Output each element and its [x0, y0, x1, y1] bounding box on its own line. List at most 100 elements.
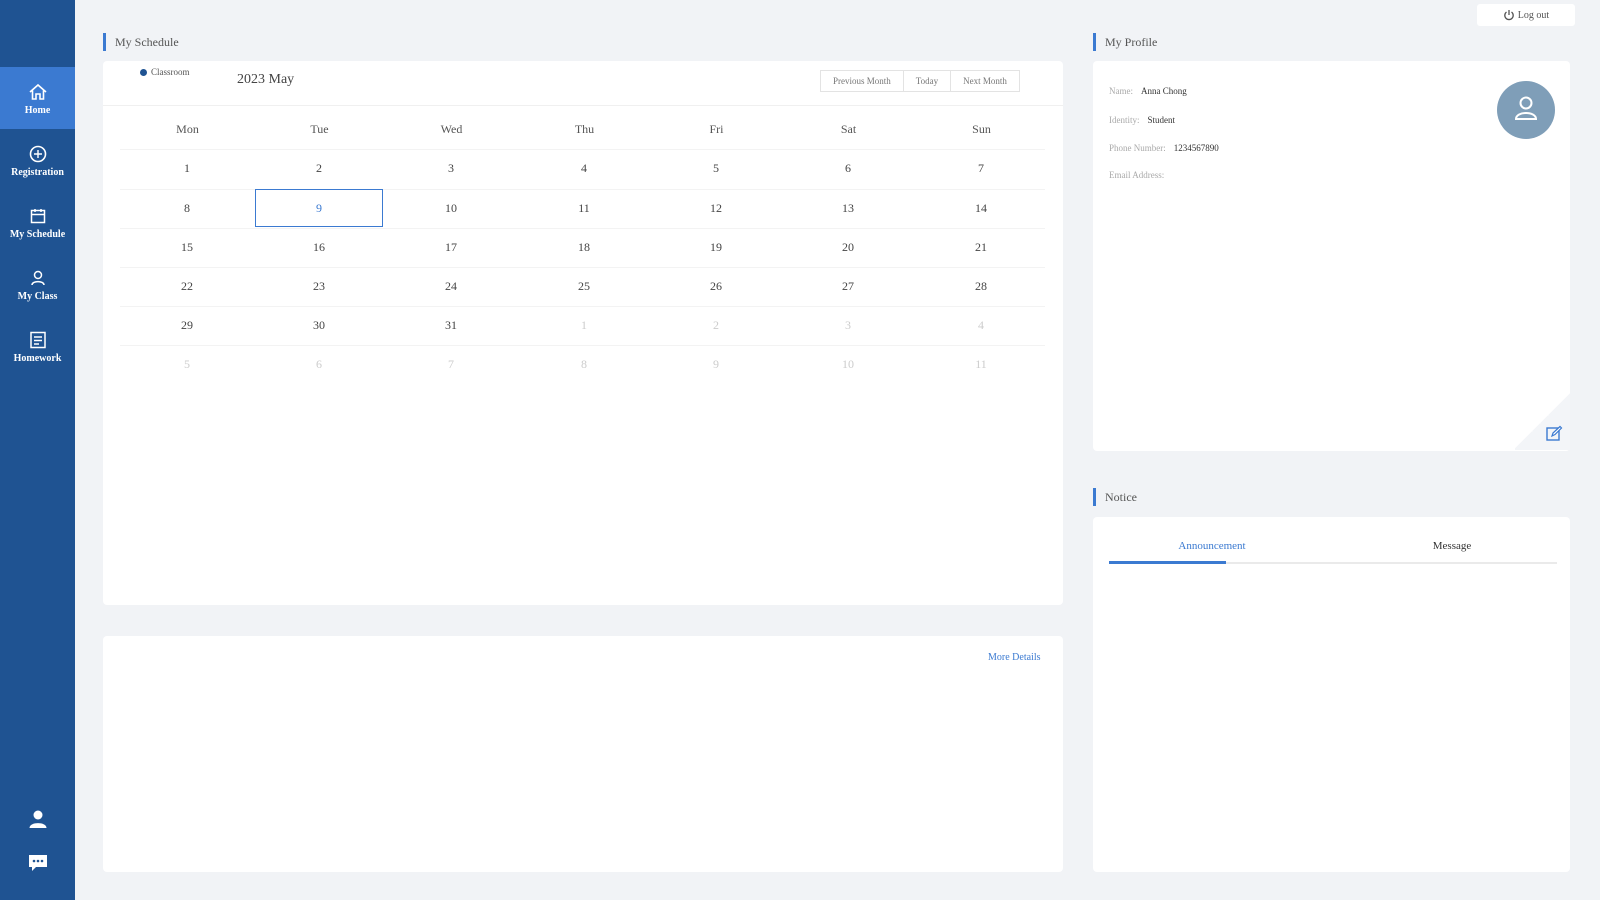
registration-icon: [27, 143, 49, 165]
weekday-header: Sat: [840, 122, 857, 136]
calendar-day[interactable]: 4: [917, 306, 1045, 344]
profile-email-label: Email Address:: [1109, 170, 1165, 180]
calendar-day[interactable]: 25: [520, 267, 648, 305]
legend-dot: [140, 68, 147, 76]
calendar-day[interactable]: 7: [917, 149, 1045, 187]
power-icon: [1503, 9, 1515, 21]
calendar-day[interactable]: 9: [652, 345, 780, 383]
next-month-button[interactable]: Next Month: [950, 70, 1020, 92]
calendar-day[interactable]: 4: [520, 149, 648, 187]
calendar-divider: [103, 105, 1063, 106]
profile-identity-value: Student: [1147, 115, 1176, 125]
calendar-day[interactable]: 11: [917, 345, 1045, 383]
calendar-day[interactable]: 17: [387, 228, 515, 266]
calendar-day[interactable]: 21: [917, 228, 1045, 266]
calendar-day[interactable]: 16: [255, 228, 383, 266]
calendar-day[interactable]: 20: [784, 228, 912, 266]
sidebar-item-registration[interactable]: Registration: [0, 129, 75, 191]
weekday-header: Fri: [709, 122, 724, 136]
calendar-day[interactable]: 7: [387, 345, 515, 383]
sidebar-item-label: My Schedule: [9, 228, 66, 240]
profile-phone-row: Phone Number: 1234567890: [1109, 143, 1219, 153]
calendar-day[interactable]: 9: [255, 189, 383, 227]
profile-phone-label: Phone Number:: [1109, 143, 1166, 153]
calendar-day[interactable]: 24: [387, 267, 515, 305]
profile-name-value: Anna Chong: [1141, 86, 1187, 96]
calendar-day[interactable]: 31: [387, 306, 515, 344]
sidebar-item-label: My Class: [17, 290, 58, 302]
calendar-day[interactable]: 27: [784, 267, 912, 305]
class-icon: [27, 267, 49, 289]
calendar-day[interactable]: 14: [917, 189, 1045, 227]
user-icon: [27, 808, 49, 835]
weekday-header: Thu: [574, 122, 595, 136]
tab-active-indicator: [1109, 561, 1226, 564]
calendar-day[interactable]: 2: [255, 149, 383, 187]
calendar-day[interactable]: 18: [520, 228, 648, 266]
calendar-day[interactable]: 29: [123, 306, 251, 344]
weekday-header: Sun: [972, 122, 991, 136]
calendar-day[interactable]: 6: [255, 345, 383, 383]
edit-icon[interactable]: [1545, 425, 1563, 443]
more-details-link[interactable]: More Details: [988, 652, 1041, 663]
schedule-details-card: [103, 636, 1063, 872]
calendar-day[interactable]: 6: [784, 149, 912, 187]
calendar-day[interactable]: 5: [123, 345, 251, 383]
calendar-day[interactable]: 30: [255, 306, 383, 344]
calendar-day[interactable]: 26: [652, 267, 780, 305]
calendar-day[interactable]: 5: [652, 149, 780, 187]
calendar-day[interactable]: 1: [123, 149, 251, 187]
calendar-day[interactable]: 22: [123, 267, 251, 305]
calendar-day[interactable]: 10: [387, 189, 515, 227]
profile-name-row: Name: Anna Chong: [1109, 86, 1187, 96]
calendar-day[interactable]: 12: [652, 189, 780, 227]
calendar-day[interactable]: 11: [520, 189, 648, 227]
sidebar-item-homework[interactable]: Homework: [0, 315, 75, 377]
profile-phone-value: 1234567890: [1173, 143, 1219, 153]
sidebar-item-label: Homework: [13, 352, 62, 364]
calendar-day[interactable]: 10: [784, 345, 912, 383]
schedule-section-title: My Schedule: [103, 33, 179, 51]
sidebar-item-my-schedule[interactable]: My Schedule: [0, 191, 75, 253]
calendar-day[interactable]: 1: [520, 306, 648, 344]
sidebar-item-home[interactable]: Home: [0, 67, 75, 129]
homework-icon: [27, 329, 49, 351]
profile-identity-label: Identity:: [1109, 115, 1140, 125]
logout-button[interactable]: Log out: [1477, 4, 1575, 26]
calendar-day[interactable]: 23: [255, 267, 383, 305]
today-button[interactable]: Today: [902, 70, 952, 92]
calendar-day[interactable]: 13: [784, 189, 912, 227]
profile-name-label: Name:: [1109, 86, 1133, 96]
avatar: [1497, 81, 1555, 139]
calendar-day[interactable]: 28: [917, 267, 1045, 305]
message-button[interactable]: [0, 852, 75, 879]
profile-identity-row: Identity: Student: [1109, 115, 1175, 125]
weekday-header: Wed: [440, 122, 463, 136]
calendar-day[interactable]: 2: [652, 306, 780, 344]
calendar-nav-buttons: Previous Month Today Next Month: [820, 70, 1020, 92]
sidebar-item-label: Home: [24, 104, 51, 116]
tab-announcement[interactable]: Announcement: [1100, 540, 1324, 552]
profile-email-row: Email Address:: [1109, 170, 1172, 180]
calendar-day[interactable]: 15: [123, 228, 251, 266]
calendar-month-title: 2023 May: [237, 72, 295, 87]
calendar-day[interactable]: 8: [520, 345, 648, 383]
sidebar-item-my-class[interactable]: My Class: [0, 253, 75, 315]
notice-section-title: Notice: [1093, 488, 1137, 506]
previous-month-button[interactable]: Previous Month: [820, 70, 904, 92]
notice-card: [1093, 517, 1570, 872]
calendar-day[interactable]: 3: [387, 149, 515, 187]
legend-label: Classroom: [151, 67, 190, 77]
user-button[interactable]: [0, 808, 75, 835]
profile-section-title: My Profile: [1093, 33, 1157, 51]
calendar-legend: Classroom: [140, 67, 190, 77]
calendar-day[interactable]: 19: [652, 228, 780, 266]
message-icon: [27, 852, 49, 879]
calendar-day[interactable]: 8: [123, 189, 251, 227]
weekday-header: Mon: [176, 122, 199, 136]
calendar-day[interactable]: 3: [784, 306, 912, 344]
avatar-user-icon: [1511, 93, 1541, 128]
tab-message[interactable]: Message: [1340, 540, 1564, 552]
calendar-icon: [27, 205, 49, 227]
sidebar-item-label: Registration: [11, 166, 64, 178]
